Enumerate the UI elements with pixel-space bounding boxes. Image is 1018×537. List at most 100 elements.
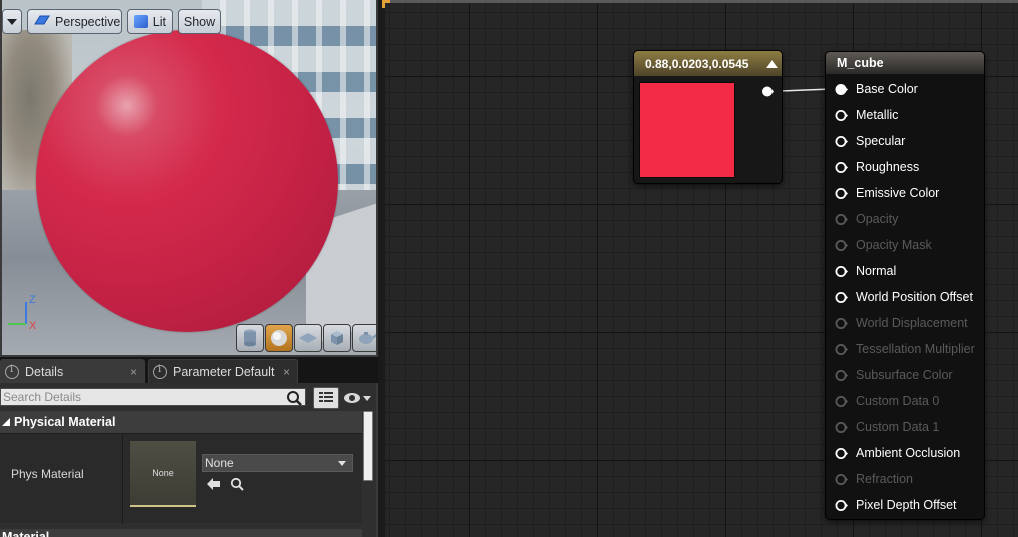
category-material[interactable]: Material <box>0 529 362 537</box>
input-pin-label: Specular <box>856 134 906 148</box>
input-pin-icon <box>835 421 848 433</box>
view-options-button[interactable] <box>343 389 375 407</box>
input-pin-row[interactable]: Pixel Depth Offset <box>835 495 957 515</box>
input-pin-row[interactable]: Specular <box>835 131 905 151</box>
material-preview-viewport[interactable]: Perspective Lit Show Z X <box>0 0 378 357</box>
search-icon[interactable] <box>286 390 302 406</box>
input-pin-icon[interactable] <box>835 187 848 200</box>
input-pin-row[interactable]: Roughness <box>835 157 919 177</box>
input-pin-row: Opacity Mask <box>835 235 932 255</box>
close-icon[interactable]: × <box>130 365 137 379</box>
input-pin-row[interactable]: Emissive Color <box>835 183 939 203</box>
chevron-down-icon <box>338 461 346 466</box>
input-pin-label: World Displacement <box>856 316 968 330</box>
tab-parameter-defaults[interactable]: Parameter Defaults × <box>148 359 298 383</box>
tab-details[interactable]: Details × <box>0 359 145 383</box>
cylinder-preview-button[interactable] <box>236 324 264 352</box>
input-pin-row: Custom Data 1 <box>835 417 939 437</box>
close-icon[interactable]: × <box>283 365 290 379</box>
input-pin-icon <box>835 343 848 355</box>
lit-button[interactable]: Lit <box>127 9 173 34</box>
phys-material-thumbnail[interactable]: None <box>130 441 196 507</box>
cylinder-icon <box>244 329 256 347</box>
input-pin-row[interactable]: Metallic <box>835 105 898 125</box>
perspective-button[interactable]: Perspective <box>27 9 122 34</box>
input-pin-label: Pixel Depth Offset <box>856 498 957 512</box>
plane-preview-button[interactable] <box>294 324 322 352</box>
property-matrix-button[interactable] <box>313 387 339 409</box>
phys-material-label: Phys Material <box>11 467 84 481</box>
phys-material-dropdown[interactable]: None <box>202 454 353 472</box>
input-pin-label: Ambient Occlusion <box>856 446 961 460</box>
teapot-icon <box>359 332 376 344</box>
input-pin-icon[interactable] <box>835 135 848 148</box>
category-physical-material[interactable]: Physical Material <box>0 411 362 433</box>
input-pin-row[interactable]: World Position Offset <box>835 287 973 307</box>
lit-label: Lit <box>152 14 166 29</box>
input-pin-label: Custom Data 0 <box>856 394 940 408</box>
phys-material-row: Phys Material None None <box>0 433 362 524</box>
connected-pin-icon[interactable] <box>835 83 848 96</box>
search-details-input[interactable] <box>0 388 306 406</box>
input-pin-label: Custom Data 1 <box>856 420 940 434</box>
input-pin-row[interactable]: Normal <box>835 261 896 281</box>
info-icon <box>5 364 19 379</box>
input-pin-icon <box>835 213 848 225</box>
cube-preview-button[interactable] <box>323 324 351 352</box>
category-physical-material-label: Physical Material <box>14 415 116 429</box>
panel-tab-bar: Details × Parameter Defaults × <box>0 357 378 383</box>
info-icon <box>153 364 167 379</box>
details-scrollbar[interactable] <box>363 411 373 481</box>
sphere-icon <box>271 330 287 346</box>
axis-gizmo-icon: Z X <box>8 294 37 332</box>
cube-icon <box>331 331 343 345</box>
input-pin-row: Subsurface Color <box>835 365 953 385</box>
custom-mesh-preview-button[interactable] <box>352 324 376 352</box>
tab-details-label: Details <box>25 364 64 379</box>
input-pin-row: World Displacement <box>835 313 968 333</box>
material-result-node[interactable]: M_cube Base Color Metallic Specular Roughne… <box>825 51 985 520</box>
material-editor: Perspective Lit Show Z X i Details × i P… <box>0 0 1018 537</box>
input-pin-label: Base Color <box>856 82 918 96</box>
browse-asset-icon[interactable] <box>230 477 244 491</box>
input-pin-icon[interactable] <box>835 265 848 278</box>
input-pin-icon[interactable] <box>835 161 848 174</box>
show-button[interactable]: Show <box>178 9 221 34</box>
input-pin-label: Normal <box>856 264 897 278</box>
output-pin-icon[interactable] <box>761 85 774 98</box>
input-pin-label: Metallic <box>856 108 899 122</box>
input-pin-label: World Position Offset <box>856 290 973 304</box>
input-pin-icon <box>835 395 848 407</box>
use-selected-asset-icon[interactable] <box>207 477 221 491</box>
graph-focus-corner <box>382 0 390 8</box>
input-pin-label: Refraction <box>856 472 913 486</box>
input-pin-row[interactable]: Ambient Occlusion <box>835 443 960 463</box>
preview-shape-toolbar <box>236 324 376 352</box>
grid-list-icon <box>319 391 333 404</box>
collapse-node-icon[interactable] <box>766 60 778 68</box>
property-divider[interactable] <box>122 434 123 524</box>
input-pin-icon[interactable] <box>835 447 848 460</box>
sphere-preview-button[interactable] <box>265 324 293 352</box>
constant-node-header[interactable]: 0.88,0.0203,0.0545 <box>634 51 782 76</box>
viewport-options-button[interactable] <box>2 9 22 34</box>
constant-color-swatch[interactable] <box>639 82 735 178</box>
preview-sphere <box>36 30 338 332</box>
perspective-label: Perspective <box>55 14 121 29</box>
input-pin-icon[interactable] <box>835 109 848 122</box>
axis-x-label: X <box>29 320 37 332</box>
constant3vector-node[interactable]: 0.88,0.0203,0.0545 <box>633 50 783 184</box>
input-pin-label: Tessellation Multiplier <box>856 342 975 356</box>
result-node-title: M_cube <box>837 56 884 70</box>
show-label: Show <box>183 14 216 29</box>
input-pin-label: Roughness <box>856 160 920 174</box>
input-pin-icon <box>835 239 848 251</box>
input-pin-icon <box>835 473 848 485</box>
input-pin-row: Tessellation Multiplier <box>835 339 975 359</box>
input-pin-row[interactable]: Base Color <box>835 79 918 99</box>
input-pin-icon[interactable] <box>835 291 848 304</box>
input-pin-icon[interactable] <box>835 499 848 512</box>
input-pin-row: Opacity <box>835 209 898 229</box>
result-node-header[interactable]: M_cube <box>826 52 984 74</box>
input-pin-row: Refraction <box>835 469 913 489</box>
